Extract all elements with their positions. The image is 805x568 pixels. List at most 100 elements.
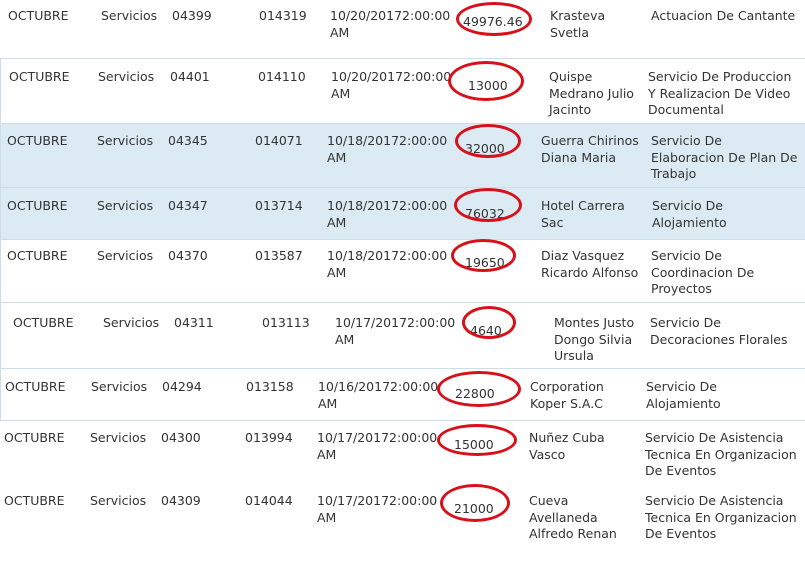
description-cell-line: Decoraciones Florales (650, 331, 788, 347)
provider-cell-line: Dongo Silvia (554, 331, 633, 347)
code-cell: 014071 (255, 133, 303, 148)
table-row: OCTUBRE Servicios 04309 014044 10/17/20172:0… (0, 486, 805, 568)
date-cell-line: 10/20/20172:00:00 (330, 8, 451, 23)
provider-cell-line: Diana Maria (541, 149, 617, 165)
amount-highlight-circle (437, 424, 517, 456)
provider-cell-line: Corporation (530, 379, 604, 394)
date-cell-line: AM (327, 149, 347, 165)
description-cell: Actuacion De Cantante (651, 8, 795, 25)
table-row: OCTUBRE Servicios 04401 014110 10/20/20172:0… (0, 58, 805, 123)
amount-highlight-circle (454, 188, 522, 222)
provider-cell-line: Medrano Julio (549, 85, 634, 101)
month-cell: OCTUBRE (5, 379, 66, 394)
description-cell-line: Coordinacion De (651, 264, 755, 280)
type-cell: Servicios (91, 379, 148, 394)
code-cell: 013113 (262, 315, 310, 330)
month-cell: OCTUBRE (8, 8, 69, 23)
description-cell: Servicio De Elaboracion De Plan De Trabajo (651, 133, 797, 183)
table-row: OCTUBRE Servicios 04399 014319 10/20/20172:0… (0, 0, 805, 58)
month-cell: OCTUBRE (4, 430, 65, 445)
type-cell: Servicios (97, 133, 154, 148)
amount-highlight-circle (451, 239, 516, 272)
date-cell-line: AM (335, 331, 355, 347)
doc-number-cell: 04311 (174, 315, 214, 330)
date-cell: 10/17/20172:00:00 AM (317, 493, 437, 526)
date-cell-line: 10/17/20172:00:00 (317, 493, 438, 508)
month-cell: OCTUBRE (7, 133, 68, 148)
description-cell-line: Servicio De Asistencia (645, 493, 784, 508)
provider-cell-line: Vasco (529, 446, 566, 462)
date-cell: 10/20/20172:00:00 AM (331, 69, 451, 102)
description-cell-line: Trabajo (651, 166, 697, 181)
doc-number-cell: 04401 (170, 69, 210, 84)
description-cell-line: Elaboracion De Plan De (651, 149, 798, 165)
type-cell: Servicios (103, 315, 160, 330)
provider-cell-line: Avellaneda (529, 509, 598, 525)
date-cell-line: 10/18/20172:00:00 (327, 133, 448, 148)
date-cell: 10/20/20172:00:00 AM (330, 8, 450, 41)
description-cell-line: De Eventos (645, 463, 717, 478)
amount-highlight-circle (456, 2, 532, 36)
provider-cell-line: Hotel Carrera (541, 198, 625, 213)
table-row: OCTUBRE Servicios 04294 013158 10/16/20172:0… (0, 368, 805, 420)
provider-cell-line: Montes Justo (554, 315, 635, 330)
code-cell: 014319 (259, 8, 307, 23)
date-cell-line: 10/18/20172:00:00 (327, 198, 448, 213)
date-cell-line: AM (331, 85, 351, 101)
code-cell: 013587 (255, 248, 303, 263)
month-cell: OCTUBRE (4, 493, 65, 508)
code-cell: 014110 (258, 69, 306, 84)
provider-cell: Quispe Medrano Julio Jacinto (549, 69, 634, 119)
provider-cell-line: Guerra Chirinos (541, 133, 639, 148)
description-cell-line: Servicio De (651, 248, 722, 263)
date-cell-line: AM (330, 24, 350, 40)
date-cell: 10/18/20172:00:00 AM (327, 133, 447, 166)
provider-cell: Hotel Carrera Sac (541, 198, 625, 231)
month-cell: OCTUBRE (7, 248, 68, 263)
provider-cell: Montes Justo Dongo Silvia Ursula (554, 315, 634, 365)
amount-highlight-circle (462, 306, 516, 339)
amount-highlight-circle (440, 484, 510, 522)
provider-cell-line: Quispe (549, 69, 593, 84)
description-cell: Servicio De Produccion Y Realizacion De V… (648, 69, 791, 119)
doc-number-cell: 04309 (161, 493, 201, 508)
doc-number-cell: 04294 (162, 379, 202, 394)
provider-cell-line: Sac (541, 214, 564, 230)
date-cell-line: 10/16/20172:00:00 (318, 379, 439, 394)
provider-cell-line: Ursula (554, 348, 594, 363)
description-cell-line: Servicio De Produccion (648, 69, 792, 84)
amount-highlight-circle (448, 61, 524, 101)
date-cell-line: AM (317, 446, 337, 462)
description-cell-line: Servicio De (651, 133, 722, 148)
table-row: OCTUBRE Servicios 04345 014071 10/18/20172:0… (0, 123, 805, 187)
description-cell-line: Y Realizacion De Video (648, 85, 791, 101)
date-cell: 10/17/20172:00:00 AM (335, 315, 455, 348)
description-cell-line: Tecnica En Organizacion (645, 446, 797, 462)
code-cell: 013994 (245, 430, 293, 445)
description-cell-line: Servicio De (650, 315, 721, 330)
type-cell: Servicios (90, 493, 147, 508)
description-cell-line: Servicio De (652, 198, 723, 213)
provider-cell: Cueva Avellaneda Alfredo Renan (529, 493, 617, 543)
description-cell-line: Proyectos (651, 281, 712, 296)
date-cell-line: AM (327, 214, 347, 230)
description-cell-line: Documental (648, 102, 724, 117)
type-cell: Servicios (101, 8, 158, 23)
description-cell-line: Actuacion De Cantante (651, 8, 796, 23)
date-cell-line: 10/18/20172:00:00 (327, 248, 448, 263)
doc-number-cell: 04370 (168, 248, 208, 263)
provider-cell: Nuñez Cuba Vasco (529, 430, 605, 463)
table-row: OCTUBRE Servicios 04370 013587 10/18/20172:0… (0, 239, 805, 302)
date-cell-line: 10/17/20172:00:00 (335, 315, 456, 330)
doc-number-cell: 04345 (168, 133, 208, 148)
provider-cell-line: Krasteva (550, 8, 606, 23)
description-cell-line: Alojamiento (646, 395, 721, 411)
date-cell-line: 10/17/20172:00:00 (317, 430, 438, 445)
provider-cell-line: Koper S.A.C (530, 395, 603, 411)
type-cell: Servicios (97, 198, 154, 213)
date-cell: 10/18/20172:00:00 AM (327, 248, 447, 281)
amount-highlight-circle (455, 124, 521, 158)
doc-number-cell: 04347 (168, 198, 208, 213)
provider-cell-line: Ricardo Alfonso (541, 264, 639, 280)
doc-number-cell: 04399 (172, 8, 212, 23)
